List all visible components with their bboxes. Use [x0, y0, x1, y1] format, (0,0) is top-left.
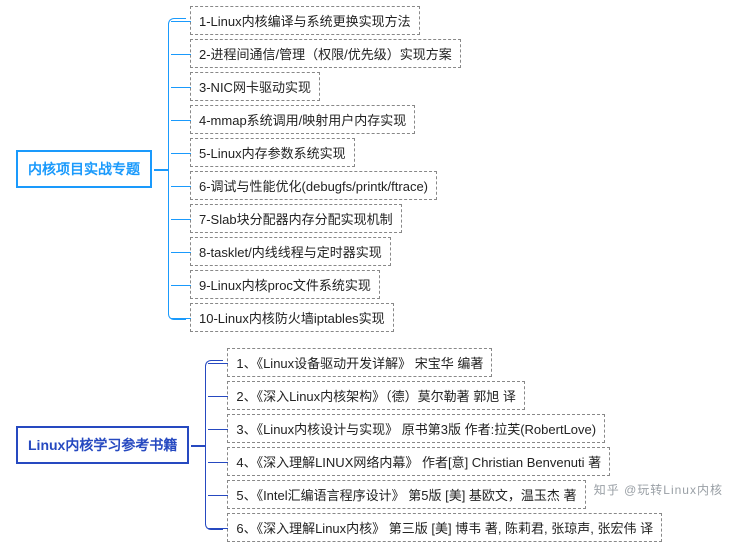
connector-twig — [171, 87, 191, 89]
connector-bracket — [168, 18, 186, 320]
connector-twig — [171, 21, 191, 23]
section-root-node: 内核项目实战专题 — [16, 150, 152, 188]
connector-twig — [208, 495, 228, 497]
child-node: 1、《Linux设备驱动开发详解》 宋宝华 编著 — [227, 348, 492, 377]
connector-twig — [208, 429, 228, 431]
connector-stem — [191, 445, 205, 447]
connector-twig — [208, 462, 228, 464]
child-node: 10-Linux内核防火墙iptables实现 — [190, 303, 394, 332]
child-node: 5、《Intel汇编语言程序设计》 第5版 [美] 基欧文，温玉杰 著 — [227, 480, 585, 509]
child-node: 7-Slab块分配器内存分配实现机制 — [190, 204, 402, 233]
connector-bracket — [205, 360, 223, 530]
connector-twig — [208, 528, 228, 530]
mindmap-section: 内核项目实战专题 1-Linux内核编译与系统更换实现方法 2-进程间通信/管理（权… — [0, 6, 741, 332]
child-node: 6、《深入理解Linux内核》 第三版 [美] 博韦 著, 陈莉君, 张琼声, … — [227, 513, 662, 542]
child-node: 4、《深入理解LINUX网络内幕》 作者[意] Christian Benven… — [227, 447, 610, 476]
section-root-node: Linux内核学习参考书籍 — [16, 426, 189, 464]
section-children: 1-Linux内核编译与系统更换实现方法 2-进程间通信/管理（权限/优先级）实现… — [190, 6, 461, 332]
child-node: 1-Linux内核编译与系统更换实现方法 — [190, 6, 420, 35]
mindmap-section: Linux内核学习参考书籍 1、《Linux设备驱动开发详解》 宋宝华 编著 2、《… — [0, 348, 741, 542]
child-node: 3、《Linux内核设计与实现》 原书第3版 作者:拉芙(RobertLove) — [227, 414, 605, 443]
child-node: 2、《深入Linux内核架构》（德）莫尔勒著 郭旭 译 — [227, 381, 525, 410]
connector-twig — [171, 153, 191, 155]
connector-twig — [171, 54, 191, 56]
child-node: 9-Linux内核proc文件系统实现 — [190, 270, 380, 299]
connector-twig — [171, 219, 191, 221]
child-node: 6-调试与性能优化(debugfs/printk/ftrace) — [190, 171, 437, 200]
connector-stem — [154, 169, 168, 171]
connector-twig — [208, 363, 228, 365]
connector-twig — [171, 252, 191, 254]
child-node: 3-NIC网卡驱动实现 — [190, 72, 320, 101]
connector-twig — [171, 120, 191, 122]
connector-twig — [208, 396, 228, 398]
child-node: 4-mmap系统调用/映射用户内存实现 — [190, 105, 415, 134]
child-node: 2-进程间通信/管理（权限/优先级）实现方案 — [190, 39, 461, 68]
connector-twig — [171, 318, 191, 320]
connector-twig — [171, 285, 191, 287]
connector-twig — [171, 186, 191, 188]
child-node: 5-Linux内存参数系统实现 — [190, 138, 355, 167]
section-children: 1、《Linux设备驱动开发详解》 宋宝华 编著 2、《深入Linux内核架构》（… — [227, 348, 662, 542]
child-node: 8-tasklet/内线线程与定时器实现 — [190, 237, 391, 266]
